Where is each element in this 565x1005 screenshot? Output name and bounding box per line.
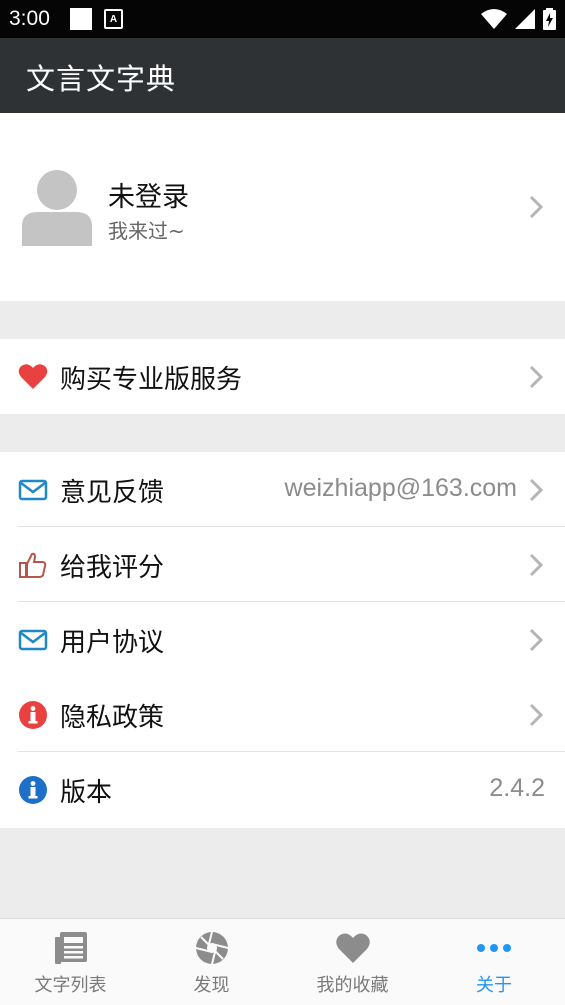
status-bar: 3:00 A — [0, 0, 565, 38]
nav-label: 关于 — [476, 975, 512, 996]
nav-label: 文字列表 — [34, 975, 107, 996]
nav-item-about[interactable]: 关于 — [423, 919, 565, 1005]
aperture-icon — [195, 931, 228, 965]
thumbs-up-icon — [19, 552, 47, 578]
mail-icon — [18, 629, 48, 651]
document-list-icon — [54, 932, 87, 964]
status-notification-icons: A — [70, 8, 123, 30]
chevron-right-icon — [529, 365, 543, 389]
settings-list: 意见反馈 weizhiapp@163.com 给我评分 用户协议 隐私政策 版本… — [0, 452, 565, 828]
rate-row[interactable]: 给我评分 — [0, 527, 565, 602]
battery-icon — [543, 8, 556, 30]
mail-icon — [18, 479, 48, 501]
wifi-icon — [481, 9, 507, 29]
chevron-right-icon — [529, 195, 543, 219]
rate-label: 给我评分 — [60, 553, 165, 583]
buy-pro-row[interactable]: 购买专业版服务 — [0, 339, 565, 414]
feedback-label: 意见反馈 — [60, 478, 165, 508]
chevron-right-icon — [529, 628, 543, 652]
nav-item-favorites[interactable]: 我的收藏 — [282, 919, 423, 1005]
version-label: 版本 — [60, 778, 113, 808]
feedback-email: weizhiapp@163.com — [284, 474, 517, 502]
notification-square-icon — [70, 8, 92, 30]
status-system-icons — [481, 8, 556, 30]
signal-icon — [515, 9, 535, 29]
info-icon — [19, 701, 47, 729]
profile-name: 未登录 — [108, 182, 189, 213]
chevron-right-icon — [529, 478, 543, 502]
agreement-row[interactable]: 用户协议 — [0, 602, 565, 677]
version-row: 版本 2.4.2 — [0, 752, 565, 827]
chevron-right-icon — [529, 703, 543, 727]
agreement-label: 用户协议 — [60, 628, 165, 658]
info-icon — [19, 776, 47, 804]
buy-pro-label: 购买专业版服务 — [60, 365, 243, 395]
feedback-row[interactable]: 意见反馈 weizhiapp@163.com — [0, 452, 565, 527]
nav-item-word-list[interactable]: 文字列表 — [0, 919, 141, 1005]
bottom-navigation: 文字列表 发现 我的收藏 关于 — [0, 918, 565, 1005]
nav-label: 我的收藏 — [316, 975, 389, 996]
profile-row[interactable]: 未登录 我来过~ — [0, 113, 565, 301]
privacy-label: 隐私政策 — [60, 703, 165, 733]
nav-item-discover[interactable]: 发现 — [141, 919, 282, 1005]
more-dots-icon — [477, 944, 511, 952]
avatar-placeholder-icon — [22, 170, 92, 246]
status-time: 3:00 — [9, 7, 50, 30]
nav-label: 发现 — [193, 975, 230, 996]
heart-icon — [335, 933, 370, 963]
app-bar: 文言文字典 — [0, 38, 565, 113]
profile-subtitle: 我来过~ — [108, 219, 185, 243]
privacy-row[interactable]: 隐私政策 — [0, 677, 565, 752]
version-value: 2.4.2 — [489, 774, 545, 802]
app-title: 文言文字典 — [26, 62, 177, 96]
a-notification-icon: A — [104, 9, 123, 29]
buy-pro-section: 购买专业版服务 — [0, 339, 565, 414]
heart-icon — [18, 364, 48, 389]
chevron-right-icon — [529, 553, 543, 577]
